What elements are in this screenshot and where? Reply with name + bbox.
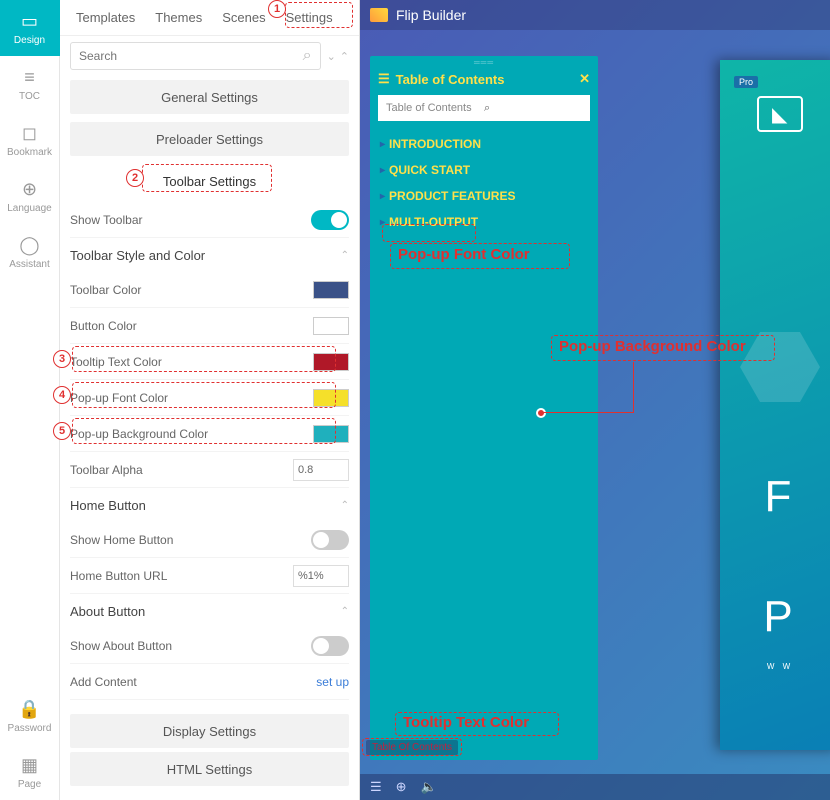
rail-label: Design <box>14 35 45 46</box>
rail-label: Bookmark <box>7 147 52 158</box>
tab-themes[interactable]: Themes <box>145 10 212 25</box>
toc-item[interactable]: QUICK START <box>378 157 590 183</box>
collapse-all-icon[interactable]: ⌃ <box>340 50 349 63</box>
rail-assistant[interactable]: ◯ Assistant <box>0 224 60 280</box>
toc-item[interactable]: PRODUCT FEATURES <box>378 183 590 209</box>
pro-badge: Pro <box>734 76 758 88</box>
tab-scenes[interactable]: Scenes <box>212 10 275 25</box>
search-input[interactable] <box>79 49 303 63</box>
rail-design[interactable]: ▭ Design <box>0 0 60 56</box>
rail-bookmark[interactable]: ◻ Bookmark <box>0 112 60 168</box>
rail-toc[interactable]: ≡ TOC <box>0 56 60 112</box>
tooltip-text-color-swatch[interactable] <box>313 353 349 371</box>
expand-all-icon[interactable]: ⌄ <box>327 50 336 63</box>
home-button-head: Home Button <box>70 498 146 513</box>
rail-language[interactable]: ⊕ Language <box>0 168 60 224</box>
close-icon[interactable]: ✕ <box>579 71 590 87</box>
cover-hex-icon <box>740 332 820 402</box>
home-url-input[interactable] <box>293 565 349 587</box>
sound-icon[interactable]: 🔈 <box>421 779 437 795</box>
show-toolbar-toggle[interactable] <box>311 210 349 230</box>
toolbar-alpha-label: Toolbar Alpha <box>70 463 293 477</box>
rail-password[interactable]: 🔒 Password <box>0 688 60 744</box>
settings-search[interactable]: ⌕ <box>70 42 321 70</box>
menu-icon[interactable]: ☰ <box>370 779 382 795</box>
left-rail: ▭ Design ≡ TOC ◻ Bookmark ⊕ Language ◯ A… <box>0 0 60 800</box>
show-about-label: Show About Button <box>70 639 311 653</box>
app-title: Flip Builder <box>396 7 466 23</box>
tab-settings[interactable]: Settings <box>276 10 343 25</box>
globe-icon: ⊕ <box>22 179 37 200</box>
section-preloader[interactable]: Preloader Settings <box>70 122 349 156</box>
cover-smalltext: W W <box>767 662 793 671</box>
monitor-icon: ▭ <box>21 11 38 32</box>
lock-icon: 🔒 <box>18 699 40 720</box>
toolbar-color-swatch[interactable] <box>313 281 349 299</box>
drag-handle-icon[interactable]: ═══ <box>378 58 590 67</box>
list-icon: ≡ <box>24 67 35 88</box>
add-content-link[interactable]: set up <box>316 675 349 689</box>
book-cover[interactable]: Pro F P W W <box>720 60 830 750</box>
tooltip-text-color-label: Tooltip Text Color <box>70 355 313 369</box>
bookmark-icon: ◻ <box>22 123 37 144</box>
toc-popup: ═══ ☰ Table of Contents ✕ Table of Conte… <box>370 56 598 760</box>
rail-label: Assistant <box>9 259 50 270</box>
cover-logo-icon <box>757 96 803 132</box>
chevron-up-icon[interactable]: ⌃ <box>341 250 349 261</box>
show-home-label: Show Home Button <box>70 533 311 547</box>
list-icon: ☰ <box>378 71 390 87</box>
section-toolbar[interactable]: Toolbar Settings <box>70 164 349 198</box>
preview-titlebar: Flip Builder <box>360 0 830 30</box>
popup-font-color-label: Pop-up Font Color <box>70 391 313 405</box>
show-toolbar-label: Show Toolbar <box>70 213 311 227</box>
tab-templates[interactable]: Templates <box>66 10 145 25</box>
chevron-up-icon[interactable]: ⌃ <box>341 500 349 511</box>
rail-label: Page <box>18 779 41 790</box>
toolbar-alpha-input[interactable] <box>293 459 349 481</box>
section-general[interactable]: General Settings <box>70 80 349 114</box>
settings-panel: Templates Themes Scenes Settings ⌕ ⌄ ⌃ G… <box>60 0 360 800</box>
panel-tabs: Templates Themes Scenes Settings <box>60 0 359 36</box>
rail-label: Language <box>7 203 52 214</box>
cover-text-1: F <box>765 472 796 522</box>
popup-bg-color-swatch[interactable] <box>313 425 349 443</box>
rail-label: Password <box>8 723 52 734</box>
section-html[interactable]: HTML Settings <box>70 752 349 786</box>
toc-item[interactable]: MULTI-OUTPUT <box>378 209 590 235</box>
search-icon: ⌕ <box>484 102 582 115</box>
style-color-head: Toolbar Style and Color <box>70 248 205 263</box>
toc-title: Table of Contents <box>396 72 505 87</box>
preview-bottombar: ☰ ⊕ 🔈 <box>360 774 830 800</box>
popup-font-color-swatch[interactable] <box>313 389 349 407</box>
show-about-toggle[interactable] <box>311 636 349 656</box>
button-color-label: Button Color <box>70 319 313 333</box>
cover-text-2: P <box>763 592 796 642</box>
preview-area: Flip Builder ═══ ☰ Table of Contents ✕ T… <box>360 0 830 800</box>
chevron-up-icon[interactable]: ⌃ <box>341 606 349 617</box>
grid-icon: ▦ <box>21 755 38 776</box>
chat-icon: ◯ <box>19 235 39 256</box>
toc-item[interactable]: INTRODUCTION <box>378 131 590 157</box>
button-color-swatch[interactable] <box>313 317 349 335</box>
popup-bg-color-label: Pop-up Background Color <box>70 427 313 441</box>
about-button-head: About Button <box>70 604 145 619</box>
toolbar-settings-body: Show Toolbar Toolbar Style and Color ⌃ T… <box>60 202 359 800</box>
app-logo-icon <box>370 8 388 22</box>
rail-page[interactable]: ▦ Page <box>0 744 60 800</box>
home-url-label: Home Button URL <box>70 569 293 583</box>
show-home-toggle[interactable] <box>311 530 349 550</box>
search-icon: ⌕ <box>303 47 312 65</box>
zoom-icon[interactable]: ⊕ <box>396 779 407 795</box>
toc-search[interactable]: Table of Contents ⌕ <box>378 95 590 121</box>
rail-label: TOC <box>19 91 40 102</box>
toc-search-placeholder: Table of Contents <box>386 102 484 114</box>
section-display[interactable]: Display Settings <box>70 714 349 748</box>
toolbar-color-label: Toolbar Color <box>70 283 313 297</box>
add-content-label: Add Content <box>70 675 316 689</box>
